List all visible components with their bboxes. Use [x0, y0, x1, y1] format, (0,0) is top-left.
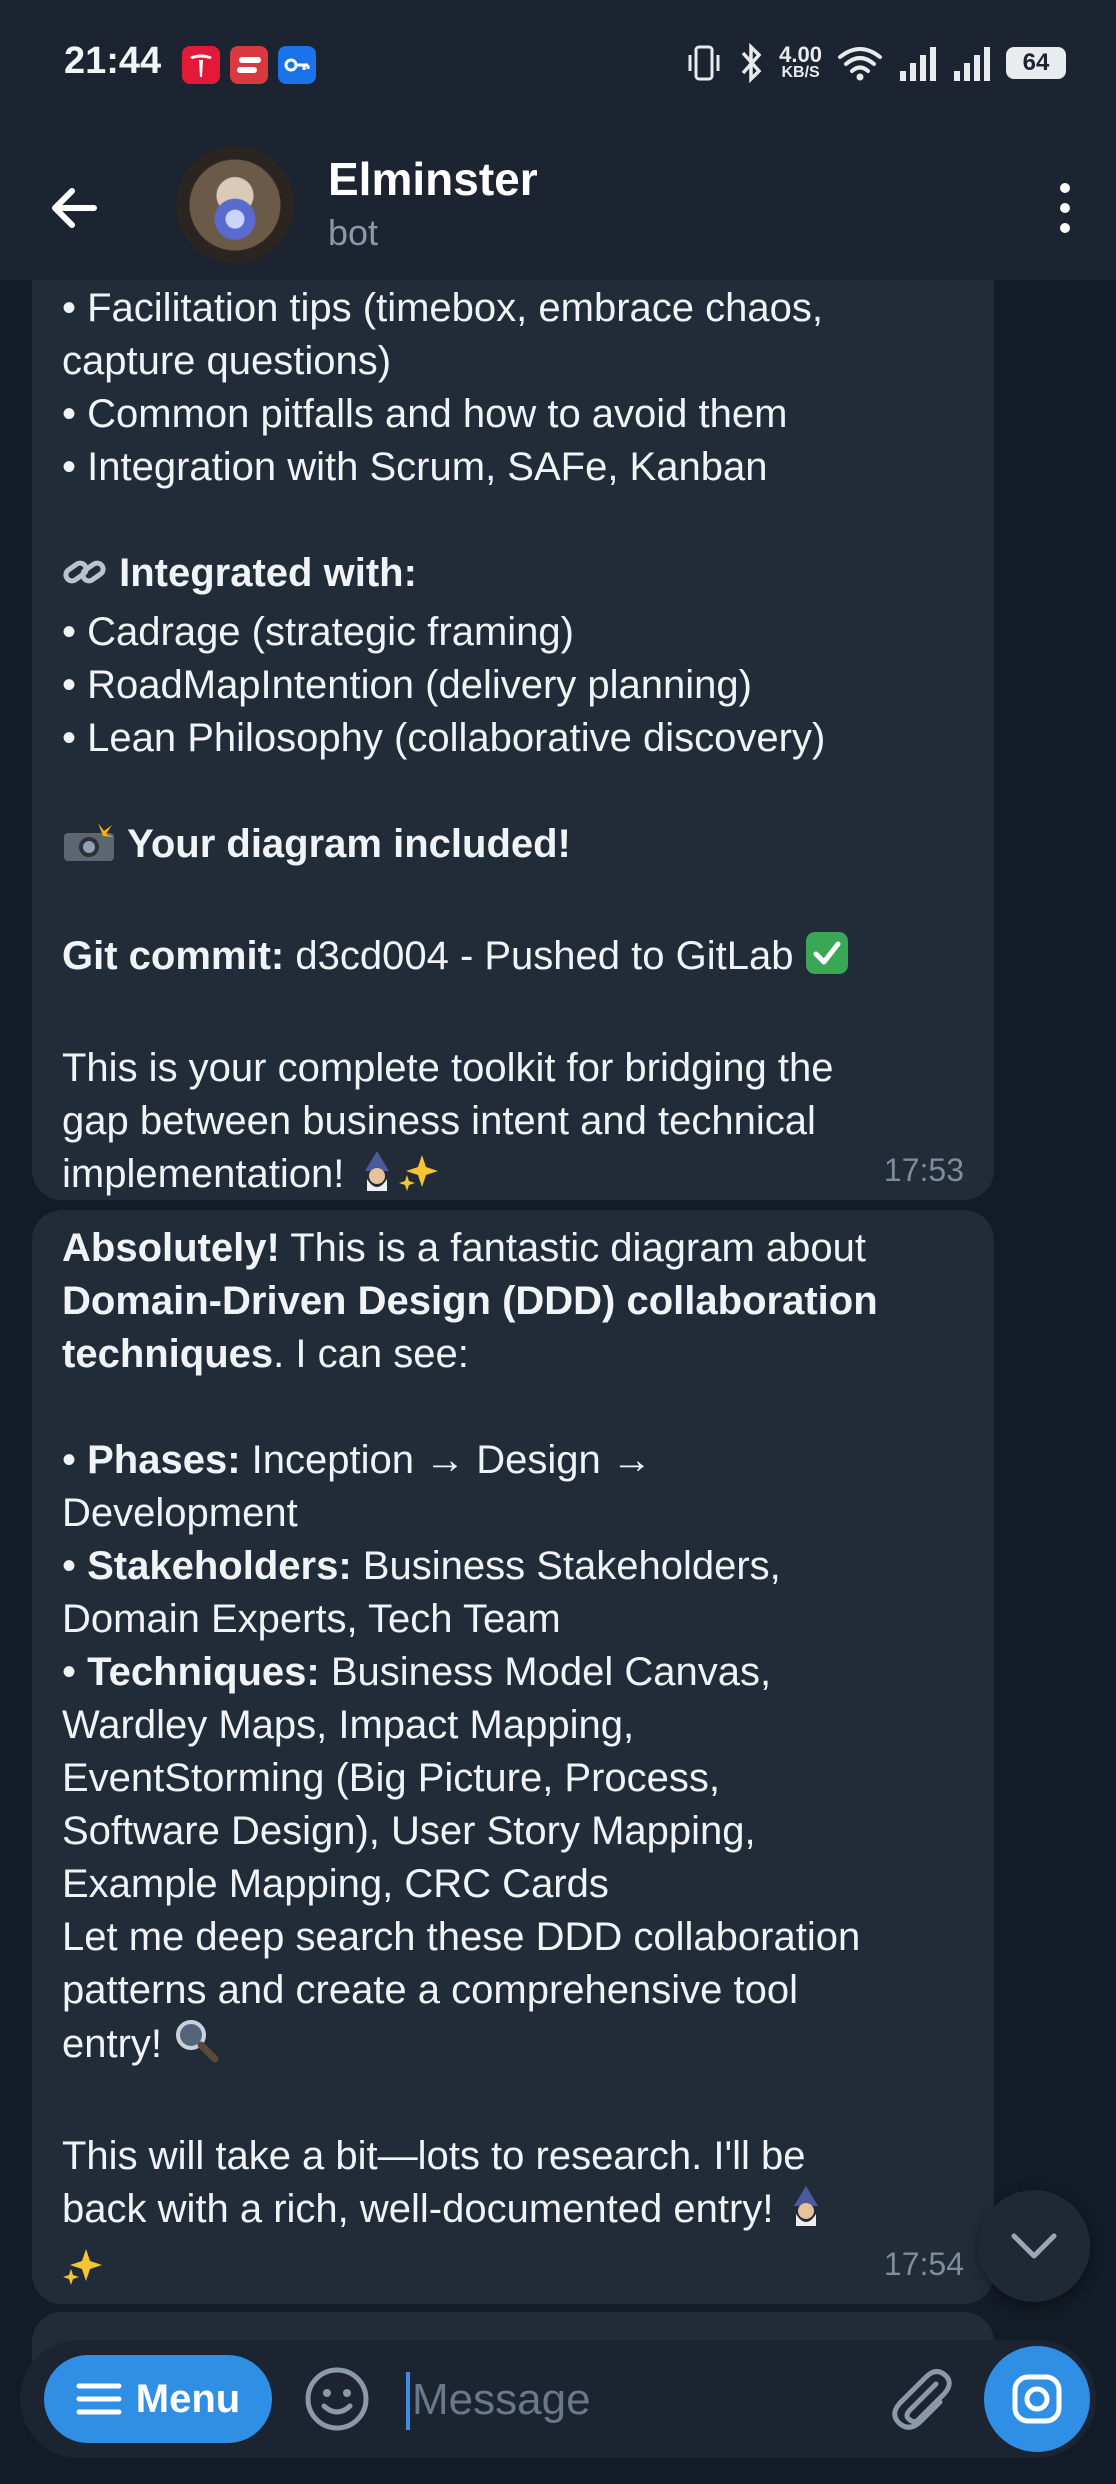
vibrate-icon	[688, 45, 720, 81]
signal-icon	[954, 47, 990, 81]
sparkles-icon	[398, 1151, 440, 1207]
text-line: Git commit: d3cd004 - Pushed to GitLab	[62, 930, 964, 989]
menu-label: Menu	[135, 2376, 241, 2421]
text-line: This is your complete toolkit for bridgi…	[62, 1046, 834, 1090]
message-time: 17:53	[883, 1152, 964, 1188]
text-line: • Lean Philosophy (collaborative discove…	[62, 716, 826, 760]
text-line: Integrated with:	[62, 547, 964, 606]
text-line	[62, 2242, 964, 2301]
text-line: back with a rich, well-documented entry!	[62, 2183, 964, 2242]
text-line: • Techniques: Business Model Canvas,	[62, 1650, 772, 1694]
message-input[interactable]	[412, 2364, 852, 2436]
avatar[interactable]	[176, 146, 294, 264]
commit-label: Git commit:	[62, 934, 285, 978]
smiley-icon	[305, 2367, 369, 2431]
text-line: Let me deep search these DDD collaborati…	[62, 1915, 861, 1959]
system-icons: 4.00 KB/S 64	[685, 40, 1066, 86]
arrow-left-icon	[52, 188, 97, 228]
check-mark-icon	[805, 931, 849, 989]
text-line: implementation!	[62, 1148, 964, 1207]
text-line: • Facilitation tips (timebox, embrace ch…	[62, 286, 823, 330]
message-text: Absolutely! This is a fantastic diagram …	[62, 1210, 964, 2301]
menu-icon	[76, 2383, 122, 2415]
key-icon	[278, 46, 316, 84]
message-bubble[interactable]: • Facilitation tips (timebox, embrace ch…	[32, 240, 994, 1200]
text-line: patterns and create a comprehensive tool	[62, 1968, 798, 2012]
emoji-button[interactable]	[304, 2366, 370, 2432]
message-bubble[interactable]: Absolutely! This is a fantastic diagram …	[32, 1210, 994, 2304]
message-time: 17:54	[883, 2246, 964, 2282]
sparkles-icon	[62, 2245, 104, 2301]
more-vertical-icon	[1060, 183, 1070, 233]
text-line: • Common pitfalls and how to avoid them	[62, 392, 788, 436]
text-line: capture questions)	[62, 339, 392, 383]
chevron-down-icon	[1011, 2233, 1057, 2259]
text-line: entry!	[62, 2017, 964, 2077]
text-line: Wardley Maps, Impact Mapping,	[62, 1703, 635, 1747]
expressvpn-icon	[230, 46, 268, 84]
net-speed: 4.00 KB/S	[779, 42, 822, 81]
link-icon	[62, 552, 108, 606]
bluetooth-icon	[741, 43, 762, 83]
message-text: • Facilitation tips (timebox, embrace ch…	[62, 240, 964, 1207]
wifi-icon	[838, 47, 882, 81]
section-heading: Your diagram included!	[127, 822, 571, 866]
text-line: • Phases: Inception → Design →	[62, 1438, 652, 1482]
text-line: Software Design), User Story Mapping,	[62, 1809, 756, 1853]
chat-subtitle: bot	[328, 212, 379, 253]
back-button[interactable]	[44, 178, 104, 238]
chat-title[interactable]: Elminster	[328, 152, 538, 206]
text-line: EventStorming (Big Picture, Process,	[62, 1756, 721, 1800]
status-time: 21:44	[64, 40, 162, 82]
camera-flash-icon	[62, 821, 116, 877]
commit-value: d3cd004 - Pushed to GitLab	[284, 934, 794, 978]
text-cursor	[406, 2372, 410, 2430]
text-line: techniques. I can see:	[62, 1332, 469, 1376]
tesla-icon	[182, 46, 220, 84]
camera-icon	[1012, 2374, 1062, 2424]
text-line: • Integration with Scrum, SAFe, Kanban	[62, 445, 768, 489]
camera-record-button[interactable]	[984, 2346, 1090, 2452]
attach-button[interactable]	[884, 2362, 958, 2436]
text-line: gap between business intent and technica…	[62, 1099, 816, 1143]
signal-icon	[900, 47, 936, 81]
wizard-icon	[356, 1151, 398, 1207]
battery-indicator: 64	[1006, 47, 1066, 79]
section-heading: Integrated with:	[119, 551, 417, 595]
text-line: Domain-Driven Design (DDD) collaboration	[62, 1279, 878, 1323]
wizard-icon	[785, 2186, 827, 2242]
text-line: • Stakeholders: Business Stakeholders,	[62, 1544, 781, 1588]
text-line: Domain Experts, Tech Team	[62, 1597, 561, 1641]
text-line: • Cadrage (strategic framing)	[62, 610, 574, 654]
chat-header: Elminster bot	[0, 130, 1116, 280]
text-line: Your diagram included!	[62, 818, 964, 877]
text-line: This will take a bit—lots to research. I…	[62, 2134, 806, 2178]
paperclip-icon	[892, 2369, 952, 2430]
bot-menu-button[interactable]: Menu	[44, 2355, 272, 2443]
more-menu-button[interactable]	[1050, 180, 1080, 236]
scroll-to-bottom-button[interactable]	[978, 2190, 1090, 2302]
status-bar: 21:44 4.00 KB/S 64	[0, 0, 1116, 130]
text-line: Example Mapping, CRC Cards	[62, 1862, 609, 1906]
magnifier-icon	[173, 2017, 219, 2077]
text-line: Development	[62, 1491, 298, 1535]
text-line: • RoadMapIntention (delivery planning)	[62, 663, 752, 707]
text-line: Absolutely! This is a fantastic diagram …	[62, 1226, 867, 1270]
